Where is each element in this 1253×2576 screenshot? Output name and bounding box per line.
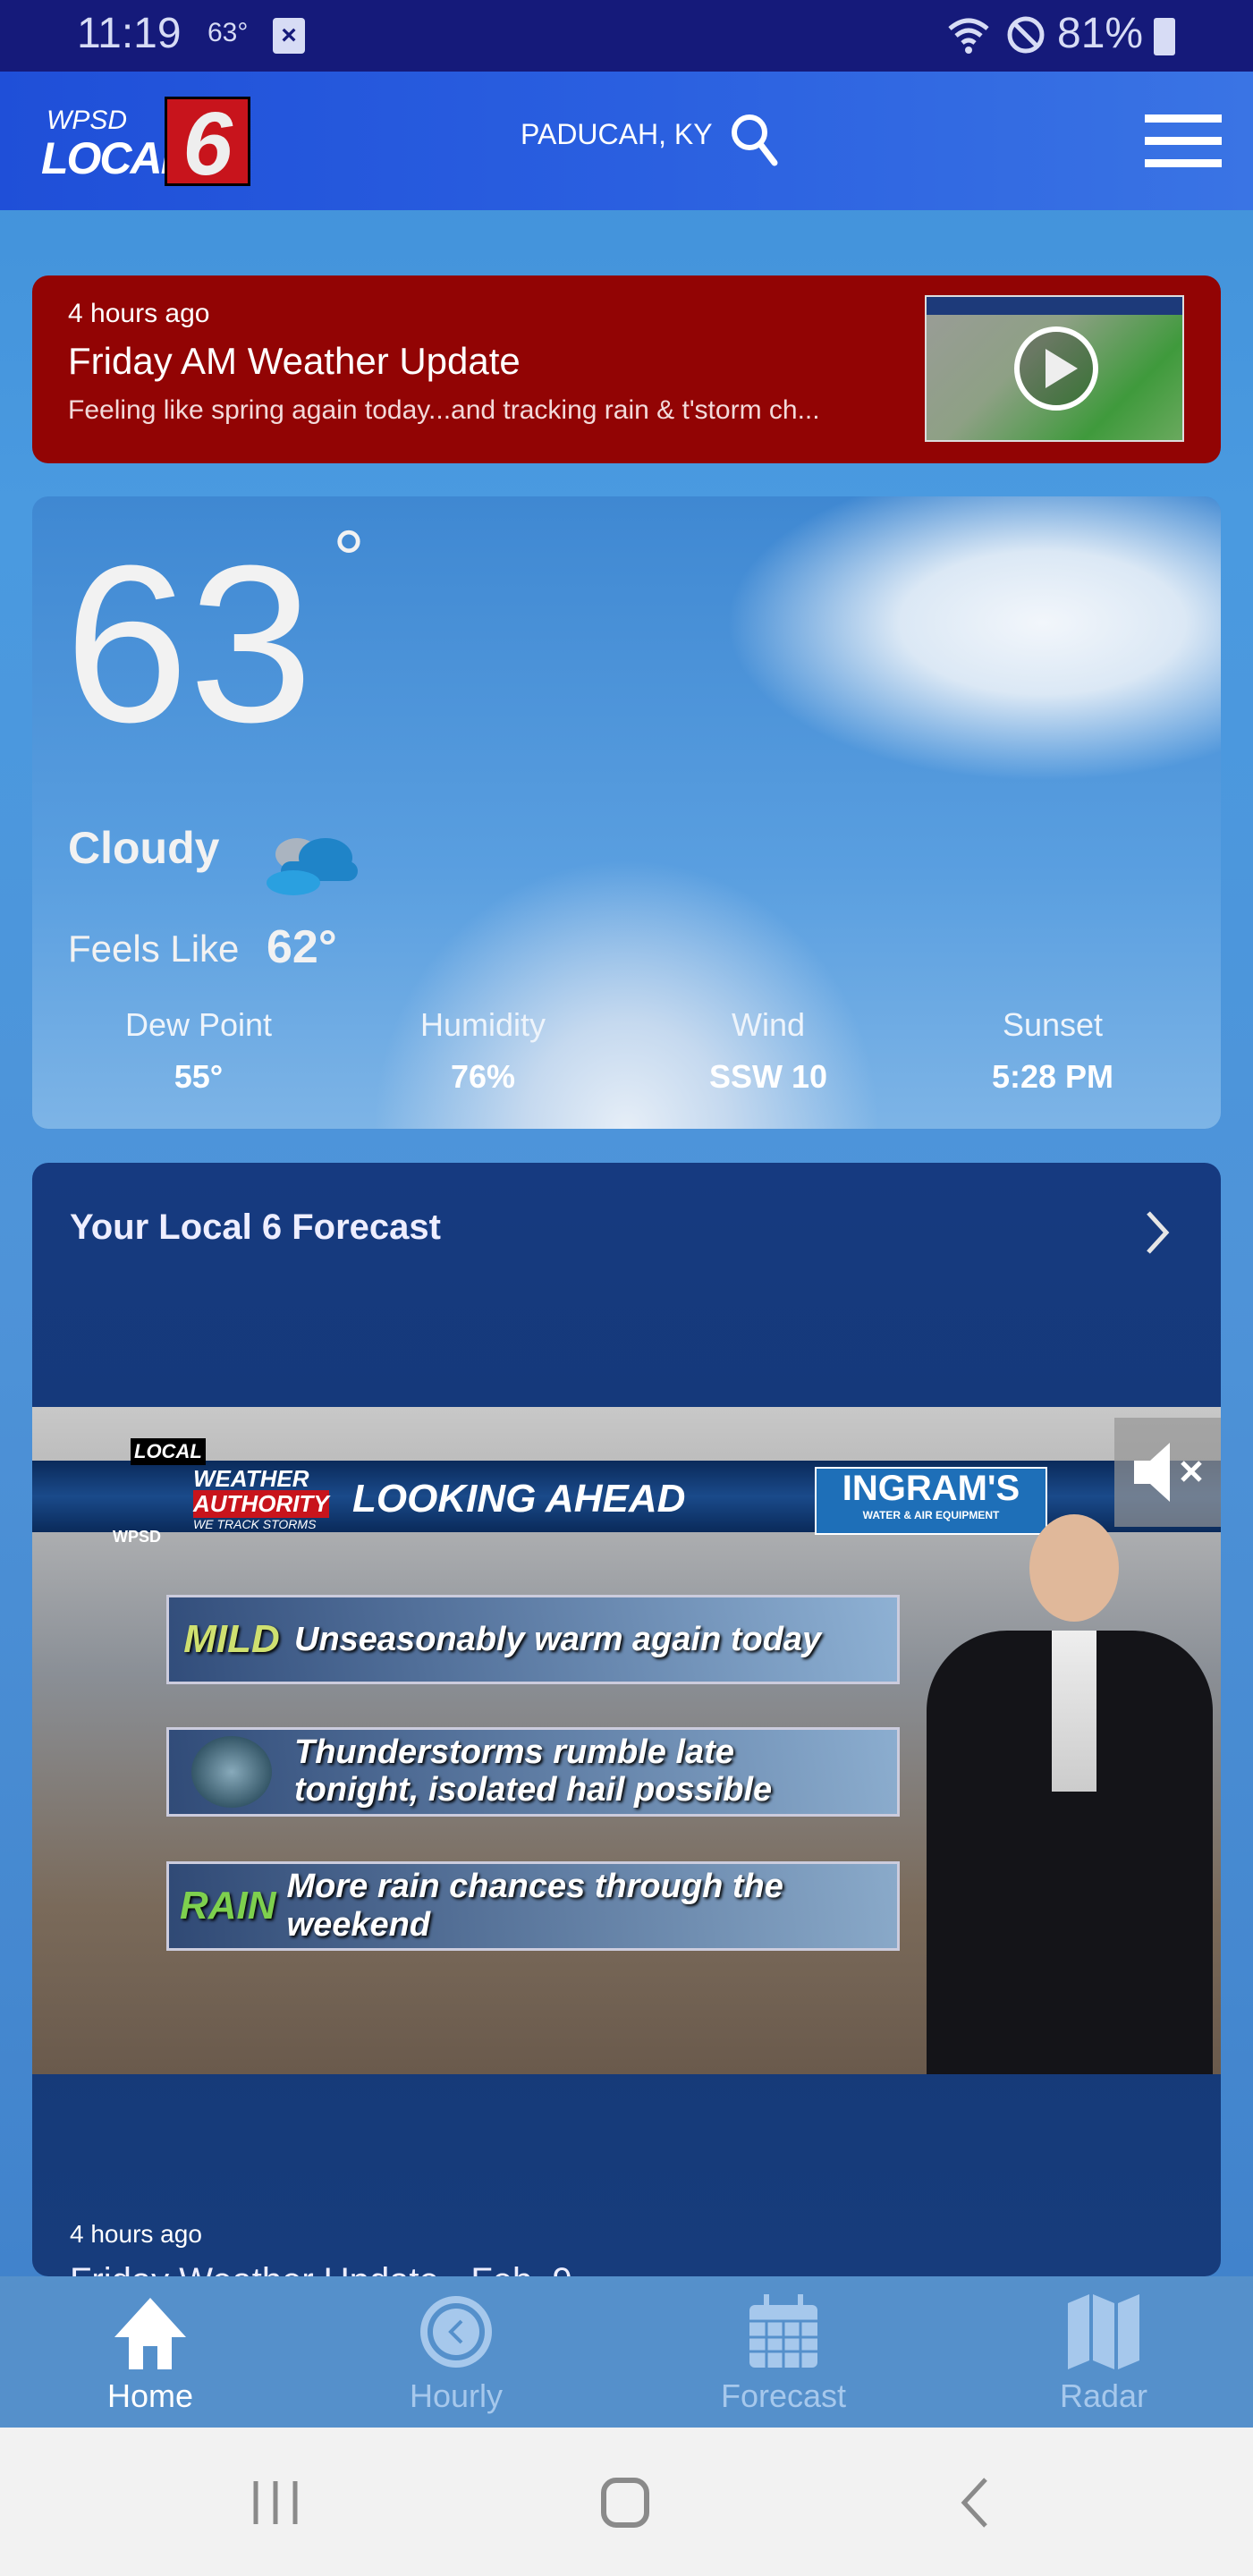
menu-icon[interactable] <box>1145 114 1222 168</box>
meteorologist <box>927 1514 1213 2074</box>
forecast-item-title[interactable]: Friday Weather Update - Feb. 9 <box>70 2261 572 2276</box>
degree-symbol: ° <box>333 515 365 605</box>
news-time: 4 hours ago <box>68 299 210 328</box>
weather-authority-logo: LOCAL WEATHER AUTHORITY WE TRACK STORMS … <box>113 1438 329 1546</box>
stat-wind: Wind SSW 10 <box>708 1006 828 1095</box>
nav-forecast[interactable]: Forecast <box>694 2294 873 2415</box>
nav-home[interactable]: Home <box>61 2294 240 2415</box>
location-label[interactable]: PADUCAH, KY <box>521 118 713 151</box>
video-headline: LOOKING AHEAD <box>352 1477 686 1521</box>
current-temperature: 63 <box>64 519 314 768</box>
home-button-icon[interactable] <box>599 2476 653 2529</box>
battery-percent: 81% <box>1057 10 1144 57</box>
play-icon[interactable] <box>1012 324 1101 413</box>
stat-sunset: Sunset 5:28 PM <box>991 1006 1114 1095</box>
video-bullet: RAIN More rain chances through the weeken… <box>166 1861 900 1951</box>
volume-muted-icon[interactable] <box>1114 1418 1221 1527</box>
recent-apps-icon[interactable] <box>250 2478 301 2528</box>
calendar-icon <box>749 2294 817 2368</box>
map-icon <box>1068 2294 1139 2369</box>
back-icon[interactable] <box>957 2476 993 2529</box>
news-card[interactable]: 4 hours ago Friday AM Weather Update Fee… <box>32 275 1221 463</box>
feels-like-label: Feels Like <box>68 928 240 970</box>
battery-icon <box>1154 18 1175 55</box>
clock: 11:19 <box>77 10 182 57</box>
video-bullet: Thunderstorms rumble late tonight, isola… <box>166 1727 900 1817</box>
stat-humidity: Humidity 76% <box>419 1006 546 1095</box>
cloudy-icon <box>267 838 358 895</box>
news-summary: Feeling like spring again today...and tr… <box>68 395 820 425</box>
condition-label: Cloudy <box>68 823 220 873</box>
current-conditions-card: 63 ° Cloudy Feels Like 62° Dew Point 55° … <box>32 496 1221 1129</box>
bottom-nav: Home Hourly Forecast Radar <box>0 2276 1253 2428</box>
app-header: WPSD LOCAL 6 PADUCAH, KY <box>0 72 1253 210</box>
video-bullet: MILD Unseasonably warm again today <box>166 1595 900 1684</box>
stat-dew-point: Dew Point 55° <box>124 1006 273 1095</box>
forecast-item-time: 4 hours ago <box>70 2220 202 2248</box>
forecast-title[interactable]: Your Local 6 Forecast <box>70 1208 441 1248</box>
nav-hourly[interactable]: Hourly <box>367 2294 546 2415</box>
wifi-icon <box>948 18 989 54</box>
feels-like-value: 62° <box>267 921 337 973</box>
home-icon <box>114 2298 186 2369</box>
forecast-card: Your Local 6 Forecast LOCAL WEATHER AUTH… <box>32 1163 1221 2276</box>
status-bar: 11:19 63° × 81% <box>0 0 1253 72</box>
news-title: Friday AM Weather Update <box>68 340 521 382</box>
notification-icon: × <box>273 18 305 54</box>
clock-back-icon <box>420 2296 492 2368</box>
system-nav-bar <box>0 2428 1253 2576</box>
station-logo[interactable]: WPSD LOCAL 6 <box>41 97 256 189</box>
forecast-video-player[interactable]: LOCAL WEATHER AUTHORITY WE TRACK STORMS … <box>32 1407 1221 2074</box>
news-video-thumbnail[interactable] <box>925 295 1184 442</box>
status-temp: 63° <box>207 18 249 47</box>
do-not-disturb-icon <box>1007 16 1045 54</box>
chevron-right-icon[interactable] <box>1141 1209 1173 1256</box>
mute-button[interactable] <box>1114 1418 1221 1527</box>
search-icon[interactable] <box>728 111 782 168</box>
nav-radar[interactable]: Radar <box>1014 2294 1193 2415</box>
